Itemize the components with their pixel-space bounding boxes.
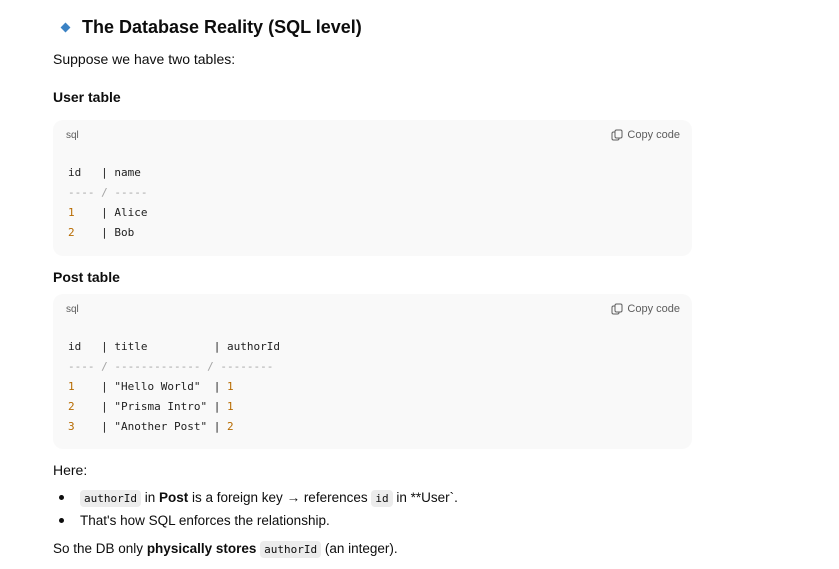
inline-code: authorId [80,490,141,507]
code-language-label: sql [66,304,79,315]
user-table-code: id | name ---- / ----- 1 | Alice 2 | Bob [53,150,692,243]
here-label: Here: [53,462,88,478]
code-line: 1 | "Hello World" | 1 [68,380,234,393]
conclusion-text: So the DB only physically stores authorI… [53,541,398,558]
code-line: id | title | authorId [68,340,280,353]
bold-text: Post [159,490,189,505]
copy-icon [611,303,623,315]
inline-code: id [371,490,393,507]
bold-text: physically stores [146,541,257,556]
copy-code-button[interactable]: Copy code [611,129,680,141]
code-language-label: sql [66,130,79,141]
bullet-list: authorId in Post is a foreign key → refe… [53,486,458,532]
code-line: 2 | Bob [68,226,135,239]
post-table-title: Post table [53,269,120,285]
code-line: ---- / ----- [68,186,148,199]
inline-code: authorId [260,541,322,558]
code-line: 2 | "Prisma Intro" | 1 [68,400,234,413]
copy-code-label: Copy code [627,303,680,315]
list-item: That's how SQL enforces the relationship… [53,509,458,532]
code-line: id | name [68,166,141,179]
diamond-bullet-icon [60,22,71,33]
user-table-codeblock: sql Copy code id | name ---- / ----- 1 |… [53,120,692,256]
list-item: authorId in Post is a foreign key → refe… [53,486,458,509]
code-line: 1 | Alice [68,206,148,219]
copy-code-label: Copy code [627,129,680,141]
post-table-codeblock: sql Copy code id | title | authorId ----… [53,294,692,449]
user-table-title: User table [53,89,121,105]
section-heading: The Database Reality (SQL level) [60,17,362,38]
heading-text: The Database Reality (SQL level) [82,17,362,37]
code-line: ---- / ------------- / -------- [68,360,274,373]
copy-code-button[interactable]: Copy code [611,303,680,315]
code-line: 3 | "Another Post" | 2 [68,420,234,433]
post-table-code: id | title | authorId ---- / -----------… [53,324,692,437]
copy-icon [611,129,623,141]
intro-text: Suppose we have two tables: [53,51,236,67]
